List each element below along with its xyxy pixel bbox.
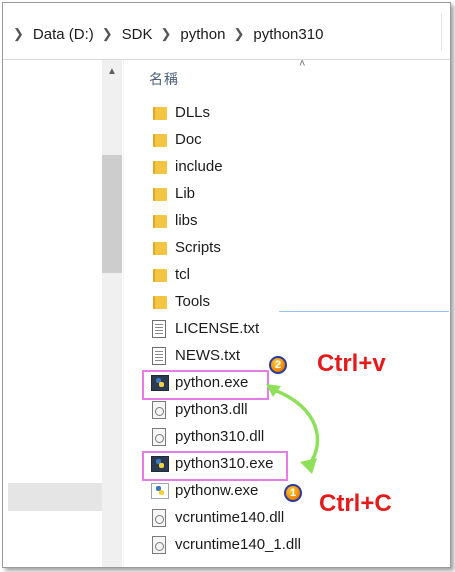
address-bar[interactable]: ❯ Data (D:) ❯ SDK ❯ python ❯ python310 bbox=[3, 3, 450, 60]
breadcrumb-item-drive[interactable]: Data (D:) bbox=[33, 26, 94, 43]
dll-file-icon bbox=[151, 428, 167, 446]
file-name: Scripts bbox=[175, 239, 221, 256]
chevron-right-icon: ❯ bbox=[13, 26, 24, 42]
file-list: 名稱 ˄ DLLs Doc include Lib libs Scripts tcl Tool… bbox=[124, 58, 450, 567]
chevron-right-icon[interactable]: ❯ bbox=[233, 26, 244, 42]
file-name: python310.dll bbox=[175, 428, 265, 445]
folder-icon bbox=[151, 158, 167, 176]
breadcrumb-item-python[interactable]: python bbox=[180, 26, 225, 43]
file-row[interactable]: Lib bbox=[124, 181, 450, 208]
address-bar-separator bbox=[441, 13, 442, 51]
file-explorer-window: ❯ Data (D:) ❯ SDK ❯ python ❯ python310 ▲ 名稱 ˄ D… bbox=[2, 2, 451, 568]
ctrl-v-label: Ctrl+v bbox=[317, 350, 386, 377]
file-name: vcruntime140.dll bbox=[175, 509, 285, 526]
file-row[interactable]: DLLs bbox=[124, 100, 450, 127]
file-row[interactable]: vcruntime140.dll bbox=[124, 505, 450, 532]
file-row[interactable]: LICENSE.txt bbox=[124, 316, 450, 343]
file-name: LICENSE.txt bbox=[175, 320, 260, 337]
file-name: pythonw.exe bbox=[175, 482, 259, 499]
file-row[interactable]: tcl bbox=[124, 262, 450, 289]
breadcrumb-item-sdk[interactable]: SDK bbox=[122, 26, 153, 43]
ctrl-c-label: Ctrl+C bbox=[319, 490, 392, 517]
text-file-icon bbox=[151, 320, 167, 338]
file-name: Doc bbox=[175, 131, 202, 148]
file-name: python.exe bbox=[175, 374, 249, 391]
folder-icon bbox=[151, 104, 167, 122]
scroll-up-arrow-icon[interactable]: ▲ bbox=[107, 66, 117, 77]
file-name: tcl bbox=[175, 266, 190, 283]
column-header-label: 名稱 bbox=[149, 71, 179, 87]
file-name: python3.dll bbox=[175, 401, 248, 418]
folder-icon bbox=[151, 266, 167, 284]
breadcrumb-item-python310[interactable]: python310 bbox=[253, 26, 323, 43]
folder-icon bbox=[151, 131, 167, 149]
dll-file-icon bbox=[151, 401, 167, 419]
nav-selected-item[interactable] bbox=[8, 483, 102, 511]
nav-scrollbar[interactable]: ▲ bbox=[102, 60, 122, 567]
folder-icon bbox=[151, 185, 167, 203]
sort-ascending-icon: ˄ bbox=[299, 58, 306, 70]
chevron-right-icon[interactable]: ❯ bbox=[161, 26, 172, 42]
file-name: python310.exe bbox=[175, 455, 274, 472]
dll-file-icon bbox=[151, 509, 167, 527]
file-name: include bbox=[175, 158, 223, 175]
file-name: NEWS.txt bbox=[175, 347, 241, 364]
breadcrumb: ❯ Data (D:) ❯ SDK ❯ python ❯ python310 bbox=[13, 25, 323, 43]
pythonw-exe-icon bbox=[151, 482, 169, 500]
folder-icon bbox=[151, 212, 167, 230]
file-name: vcruntime140_1.dll bbox=[175, 536, 301, 553]
chevron-right-icon[interactable]: ❯ bbox=[102, 26, 113, 42]
file-name: Tools bbox=[175, 293, 211, 310]
step-2-badge: 2 bbox=[269, 356, 287, 374]
folder-icon bbox=[151, 293, 167, 311]
file-name: DLLs bbox=[175, 104, 211, 121]
drag-insert-line bbox=[279, 311, 449, 312]
dll-file-icon bbox=[151, 536, 167, 554]
file-row[interactable]: Scripts bbox=[124, 235, 450, 262]
text-file-icon bbox=[151, 347, 167, 365]
file-row[interactable]: Doc bbox=[124, 127, 450, 154]
copy-arrow-icon bbox=[266, 384, 320, 474]
python-exe-icon bbox=[151, 455, 169, 473]
python-exe-icon bbox=[151, 374, 169, 392]
scroll-thumb[interactable] bbox=[102, 155, 122, 273]
file-row[interactable]: include bbox=[124, 154, 450, 181]
file-name: libs bbox=[175, 212, 198, 229]
step-1-badge: 1 bbox=[284, 484, 302, 502]
navigation-pane[interactable]: ▲ bbox=[3, 60, 123, 567]
file-row[interactable]: vcruntime140_1.dll bbox=[124, 532, 450, 559]
file-row[interactable]: NEWS.txt bbox=[124, 343, 450, 370]
folder-icon bbox=[151, 239, 167, 257]
file-name: Lib bbox=[175, 185, 196, 202]
file-row[interactable]: libs bbox=[124, 208, 450, 235]
column-header-name[interactable]: 名稱 bbox=[149, 69, 179, 89]
